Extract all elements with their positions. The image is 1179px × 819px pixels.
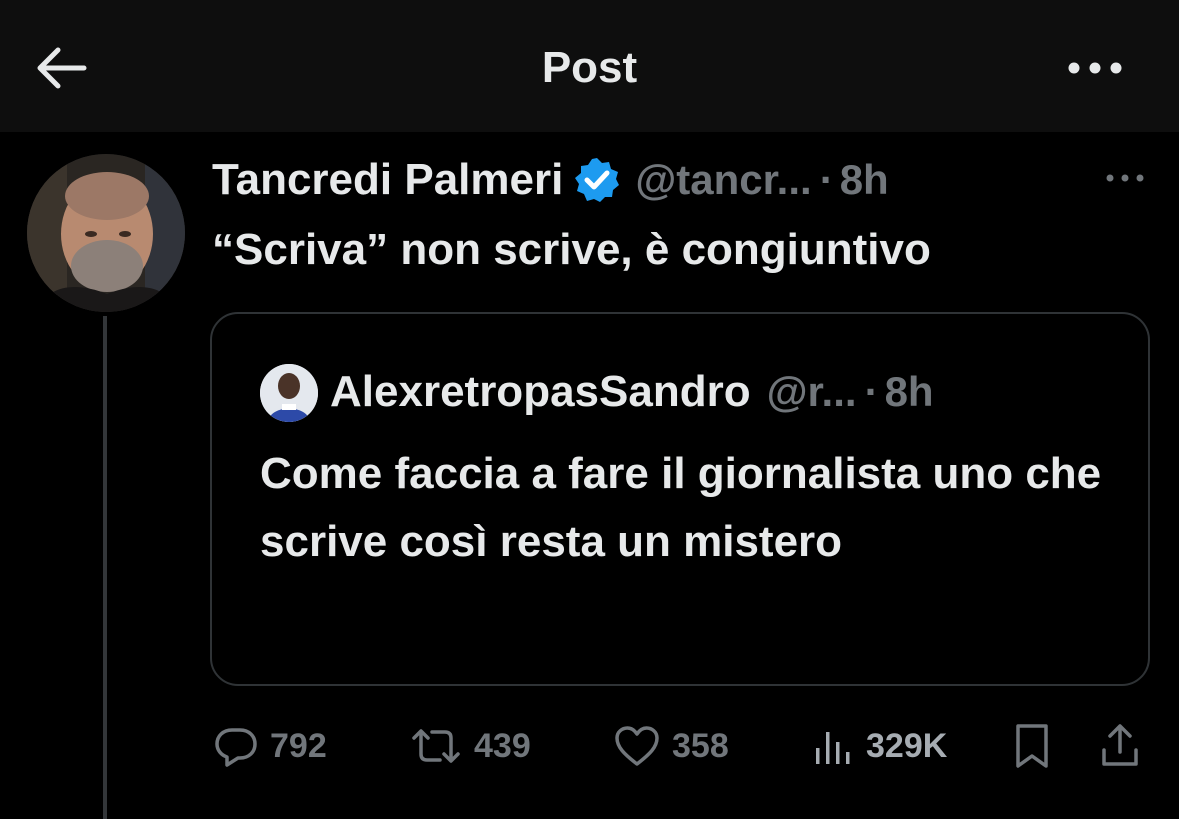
quoted-author-avatar [260,364,318,422]
tweet-header: Tancredi Palmeri @tancr... · 8h [212,150,889,210]
like-count: 358 [672,726,729,765]
quoted-tweet-text: Come faccia a fare il giornalista uno ch… [260,449,1102,566]
more-options-button[interactable] [1062,48,1128,88]
repost-count: 439 [474,726,531,765]
action-bar: 792 439 358 329K [212,716,1152,776]
top-bar: Post [0,0,1179,132]
quoted-header: AlexretropasSandro @r... · 8h [330,362,934,422]
repost-icon [412,729,460,763]
quoted-tweet[interactable]: AlexretropasSandro @r... · 8h Come facci… [210,312,1150,686]
share-icon [1102,724,1138,766]
like-button[interactable]: 358 [612,716,729,776]
author-avatar[interactable] [27,154,185,312]
views-count: 329K [866,726,948,765]
share-button[interactable] [1096,716,1144,776]
heart-icon [615,726,659,766]
repost-button[interactable]: 439 [408,716,531,776]
separator-dot: · [864,368,879,415]
more-horizontal-icon [1068,62,1122,74]
profile-photo [260,364,318,422]
post-time[interactable]: 8h [840,156,889,204]
verified-badge-icon [575,158,620,202]
reply-button[interactable]: 792 [212,716,327,776]
quoted-author-handle: @r... [766,368,857,415]
tweet-more-button[interactable] [1100,166,1150,190]
more-horizontal-icon [1106,174,1144,182]
quoted-author-name: AlexretropasSandro [330,367,751,416]
thread-line [103,316,107,819]
author-name[interactable]: Tancredi Palmeri [212,155,563,205]
separator-dot: · [819,156,834,203]
tweet-text: “Scriva” non scrive, è congiuntivo [212,225,931,274]
page-title: Post [541,43,638,92]
views-button[interactable]: 329K [812,716,947,776]
views-chart-icon [816,732,850,764]
quoted-post-time: 8h [884,368,934,415]
author-handle[interactable]: @tancr... [635,156,811,204]
bookmark-icon [1016,724,1048,768]
reply-icon [215,728,257,767]
profile-photo [27,154,185,312]
bookmark-button[interactable] [1010,716,1054,776]
reply-count: 792 [270,726,327,765]
